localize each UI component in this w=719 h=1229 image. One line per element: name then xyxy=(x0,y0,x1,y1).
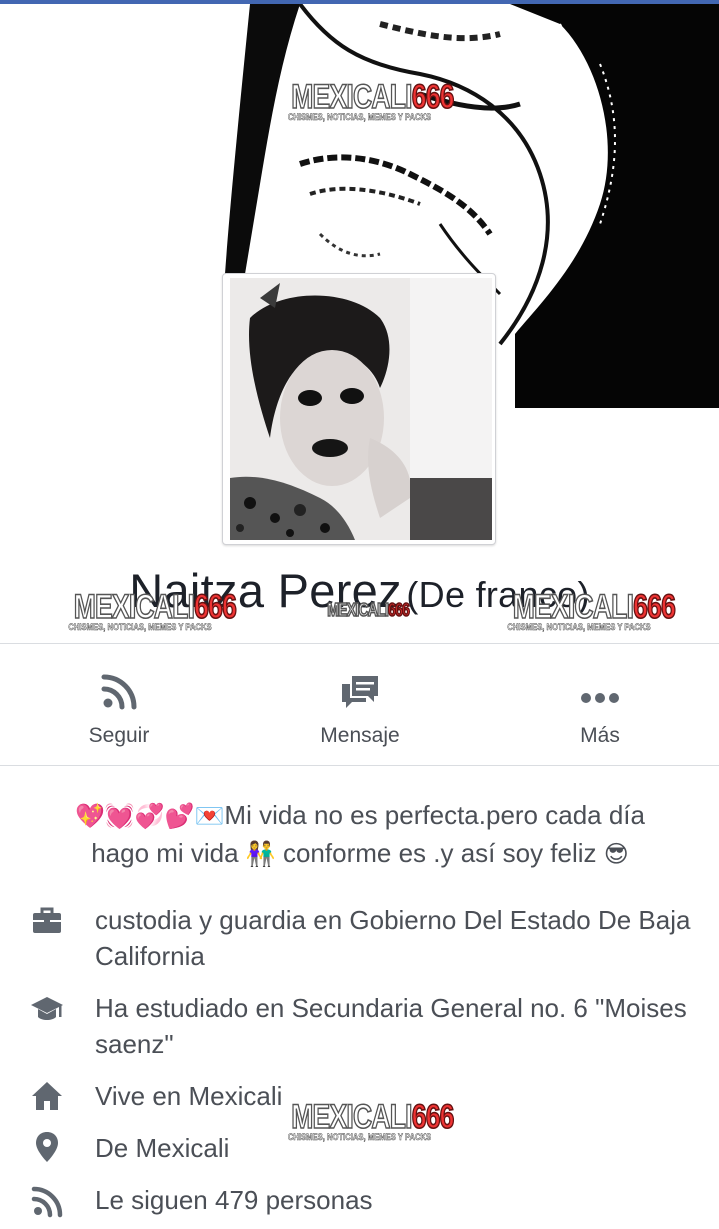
bio-line-1: Mi vida no es perfecta.pero cada día xyxy=(224,800,645,830)
profile-name: Naitza Perez xyxy=(129,564,402,617)
follow-button[interactable]: Seguir xyxy=(29,664,209,754)
message-bubbles-icon xyxy=(342,676,378,708)
divider xyxy=(0,765,719,766)
message-button[interactable]: Mensaje xyxy=(270,664,450,754)
more-button[interactable]: Más xyxy=(510,664,690,754)
intro-work[interactable]: custodia y guardia en Gobierno Del Estad… xyxy=(0,902,719,974)
bio-emoji-family: 👫 xyxy=(245,841,276,868)
bio-line-2b: conforme es .y así soy feliz xyxy=(282,838,597,868)
bio-emoji-end: 😎 xyxy=(603,841,629,868)
intro-from-text: De Mexicali xyxy=(95,1133,230,1163)
intro-lives-in-text: Vive en Mexicali xyxy=(95,1081,283,1111)
divider xyxy=(0,643,719,644)
profile-bio: 💖💓💞💕💌Mi vida no es perfecta.pero cada dí… xyxy=(30,797,690,873)
intro-education-text: Ha estudiado en Secundaria General no. 6… xyxy=(95,993,687,1059)
location-pin-icon xyxy=(36,1132,58,1162)
profile-actions: Seguir Mensaje Más xyxy=(0,650,719,760)
rss-follow-icon xyxy=(31,1186,63,1218)
profile-page: MEXICALI666 CHISMES, NOTICIAS, MEMES Y P… xyxy=(0,0,719,1229)
intro-lives-in[interactable]: Vive en Mexicali xyxy=(0,1078,719,1116)
bio-emojis-start: 💖💓💞💕💌 xyxy=(74,803,225,830)
bio-line-2a: hago mi vida xyxy=(91,838,239,868)
follow-label: Seguir xyxy=(88,724,150,747)
intro-followers-text: Le siguen 479 personas xyxy=(95,1185,373,1215)
rss-follow-icon xyxy=(101,674,137,710)
profile-picture[interactable] xyxy=(222,273,496,545)
graduation-cap-icon xyxy=(31,997,63,1020)
briefcase-icon xyxy=(33,907,61,933)
intro-from[interactable]: De Mexicali xyxy=(0,1130,719,1168)
profile-name-row: Naitza Perez (De franco) xyxy=(0,556,719,636)
avatar xyxy=(230,278,492,540)
home-icon xyxy=(32,1082,62,1110)
profile-alt-name: (De franco) xyxy=(406,574,590,615)
message-label: Mensaje xyxy=(320,724,400,747)
intro-education[interactable]: Ha estudiado en Secundaria General no. 6… xyxy=(0,990,719,1062)
intro-followers[interactable]: Le siguen 479 personas xyxy=(0,1182,719,1220)
more-label: Más xyxy=(580,724,620,747)
more-dots-icon xyxy=(581,693,619,703)
intro-work-text: custodia y guardia en Gobierno Del Estad… xyxy=(95,905,691,971)
